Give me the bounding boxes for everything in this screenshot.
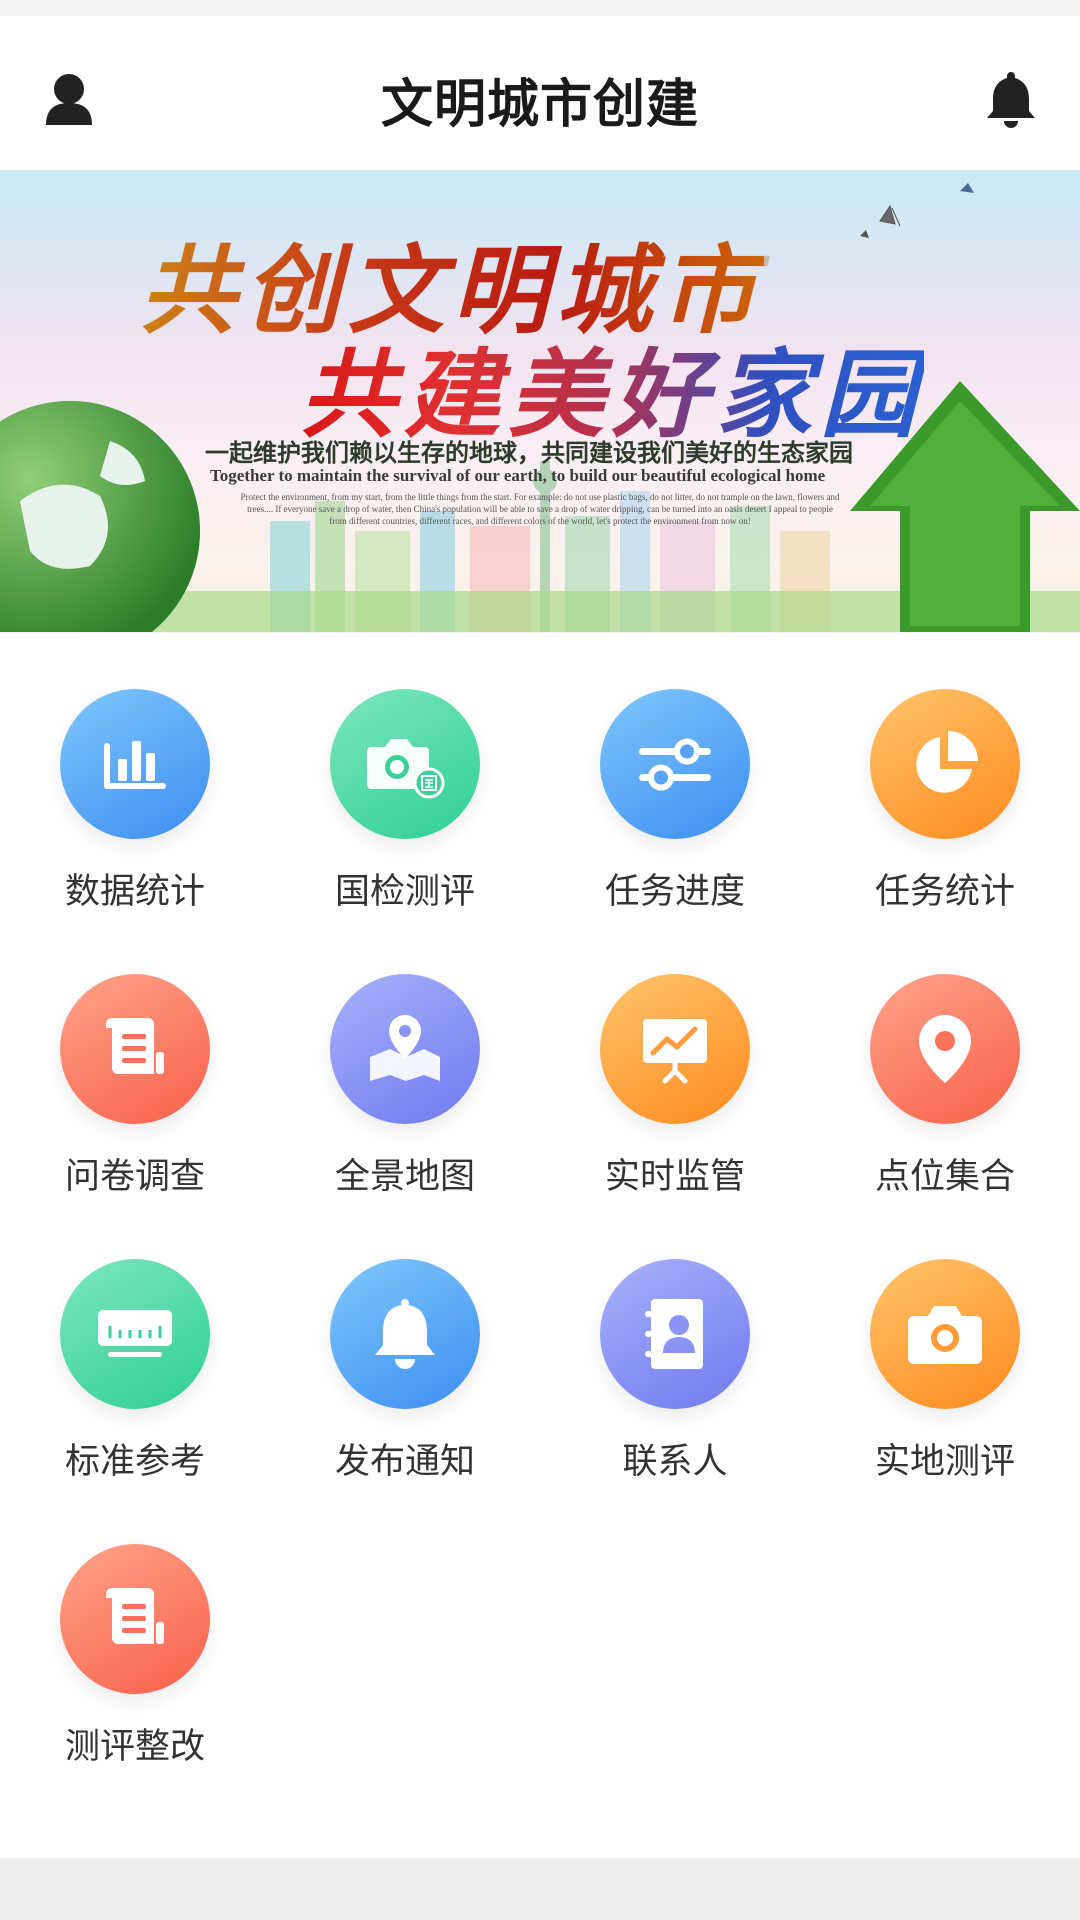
- menu-item-national-inspection[interactable]: 国检测评: [270, 633, 540, 918]
- banner-carousel[interactable]: 共创文明城市 共建美好家园 一起维护我们赖以生存的地球，共同建设我们美好的生态家…: [0, 171, 1080, 632]
- menu-item-label: 实地测评: [874, 1442, 1015, 1482]
- menu-item-label: 实时监管: [604, 1157, 745, 1197]
- menu-item-label: 任务进度: [604, 872, 745, 912]
- menu-item-point-collection[interactable]: 点位集合: [810, 918, 1080, 1203]
- presentation-chart-icon: [600, 974, 750, 1124]
- menu-item-label: 任务统计: [874, 872, 1015, 912]
- pie-chart-icon: [870, 689, 1020, 839]
- menu-item-label: 测评整改: [64, 1727, 205, 1767]
- location-pin-icon: [870, 974, 1020, 1124]
- notification-button[interactable]: [966, 54, 1056, 144]
- camera-icon: [870, 1259, 1020, 1409]
- menu-item-data-statistics[interactable]: 数据统计: [0, 633, 270, 918]
- menu-item-realtime-monitoring[interactable]: 实时监管: [540, 918, 810, 1203]
- menu-item-label: 标准参考: [64, 1442, 205, 1482]
- menu-item-panorama-map[interactable]: 全景地图: [270, 918, 540, 1203]
- menu-item-label: 联系人: [622, 1442, 728, 1482]
- camera-badge-icon: [330, 689, 480, 839]
- menu-item-standard-reference[interactable]: 标准参考: [0, 1203, 270, 1488]
- menu-item-label: 问卷调查: [64, 1157, 205, 1197]
- menu-item-label: 数据统计: [64, 872, 205, 912]
- scroll-document-icon: [60, 974, 210, 1124]
- menu-item-task-progress[interactable]: 任务进度: [540, 633, 810, 918]
- menu-item-publish-notice[interactable]: 发布通知: [270, 1203, 540, 1488]
- menu-item-label: 发布通知: [334, 1442, 475, 1482]
- ruler-icon: [60, 1259, 210, 1409]
- contact-book-icon: [600, 1259, 750, 1409]
- page-title: 文明城市创建: [380, 75, 699, 135]
- bar-chart-icon: [60, 689, 210, 839]
- menu-item-evaluation-rectification[interactable]: 测评整改: [0, 1488, 270, 1773]
- map-pin-icon: [330, 974, 480, 1124]
- menu-item-label: 点位集合: [874, 1157, 1015, 1197]
- bell-icon: [987, 72, 1035, 128]
- banner-slogan: 一起维护我们赖以生存的地球，共同建设我们美好的生态家园: [205, 439, 853, 467]
- feature-grid: 数据统计 国检测评 任务进度 任务统计 问卷调查 全景地图 实时监管 点位集合 …: [0, 633, 1080, 1858]
- app-header: 文明城市创建: [0, 16, 1080, 171]
- bottom-bar: [0, 1858, 1080, 1920]
- scroll-document-icon: [60, 1544, 210, 1694]
- menu-item-field-evaluation[interactable]: 实地测评: [810, 1203, 1080, 1488]
- menu-item-label: 全景地图: [334, 1157, 475, 1197]
- banner-slogan-en: Together to maintain the survival of our…: [210, 466, 826, 485]
- sliders-icon: [600, 689, 750, 839]
- status-strip: [0, 0, 1080, 16]
- banner-fine-print: Protect the environment, from my start, …: [240, 492, 840, 526]
- app-screen: 文明城市创建 共创文明城市 共建美好家园 一起维护我们赖以生存的地球，共同建设我…: [0, 0, 1080, 1920]
- bell-icon: [330, 1259, 480, 1409]
- menu-item-contacts[interactable]: 联系人: [540, 1203, 810, 1488]
- menu-item-label: 国检测评: [334, 872, 475, 912]
- menu-item-task-statistics[interactable]: 任务统计: [810, 633, 1080, 918]
- menu-item-questionnaire[interactable]: 问卷调查: [0, 918, 270, 1203]
